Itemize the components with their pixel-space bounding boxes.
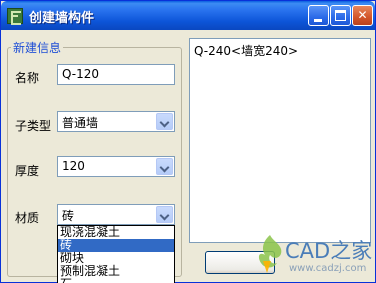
maximize-button[interactable] xyxy=(330,5,351,26)
chevron-down-icon[interactable] xyxy=(156,113,173,130)
material-select[interactable]: 砖 xyxy=(57,204,175,225)
cad-logo-icon xyxy=(258,235,282,273)
watermark-brand: CAD之家 xyxy=(285,239,373,263)
subtype-label: 子类型 xyxy=(15,119,52,133)
watermark-url: www.cadzj.com xyxy=(289,263,367,274)
material-value: 砖 xyxy=(62,209,75,223)
minimize-icon xyxy=(314,19,322,22)
close-icon: ✕ xyxy=(357,8,368,22)
list-item[interactable]: 预制混凝土 xyxy=(58,265,174,278)
list-item[interactable]: 现浇混凝土 xyxy=(58,226,174,239)
watermark: CAD之家 www.cadzj.com xyxy=(253,231,375,281)
maximize-icon xyxy=(335,10,346,21)
list-item[interactable]: 石 xyxy=(58,278,174,283)
name-label: 名称 xyxy=(15,71,40,85)
window-title: 创建墙构件 xyxy=(29,11,95,26)
group-label: 新建信息 xyxy=(11,39,64,56)
subtype-value: 普通墙 xyxy=(62,116,99,130)
material-dropdown-list[interactable]: 现浇混凝土 砖 砌块 预制混凝土 石 xyxy=(57,225,175,283)
subtype-select[interactable]: 普通墙 xyxy=(57,111,175,132)
thickness-select[interactable]: 120 xyxy=(57,156,175,177)
app-icon xyxy=(7,8,23,25)
chevron-down-icon[interactable] xyxy=(156,158,173,175)
thickness-label: 厚度 xyxy=(15,164,40,178)
close-button[interactable]: ✕ xyxy=(352,5,373,26)
name-input[interactable]: Q-120 xyxy=(57,64,175,85)
component-list[interactable]: Q-240<墙宽240> xyxy=(189,38,371,243)
minimize-button[interactable] xyxy=(308,5,329,26)
chevron-down-icon[interactable] xyxy=(156,206,173,223)
list-item[interactable]: Q-240<墙宽240> xyxy=(194,42,366,59)
material-label: 材质 xyxy=(15,211,40,225)
title-bar[interactable]: 创建墙构件 ✕ xyxy=(1,1,375,30)
thickness-value: 120 xyxy=(62,159,85,173)
create-wall-dialog: 创建墙构件 ✕ 新建信息 名称 Q-120 子类型 普通墙 厚度 120 材质 … xyxy=(0,0,376,283)
